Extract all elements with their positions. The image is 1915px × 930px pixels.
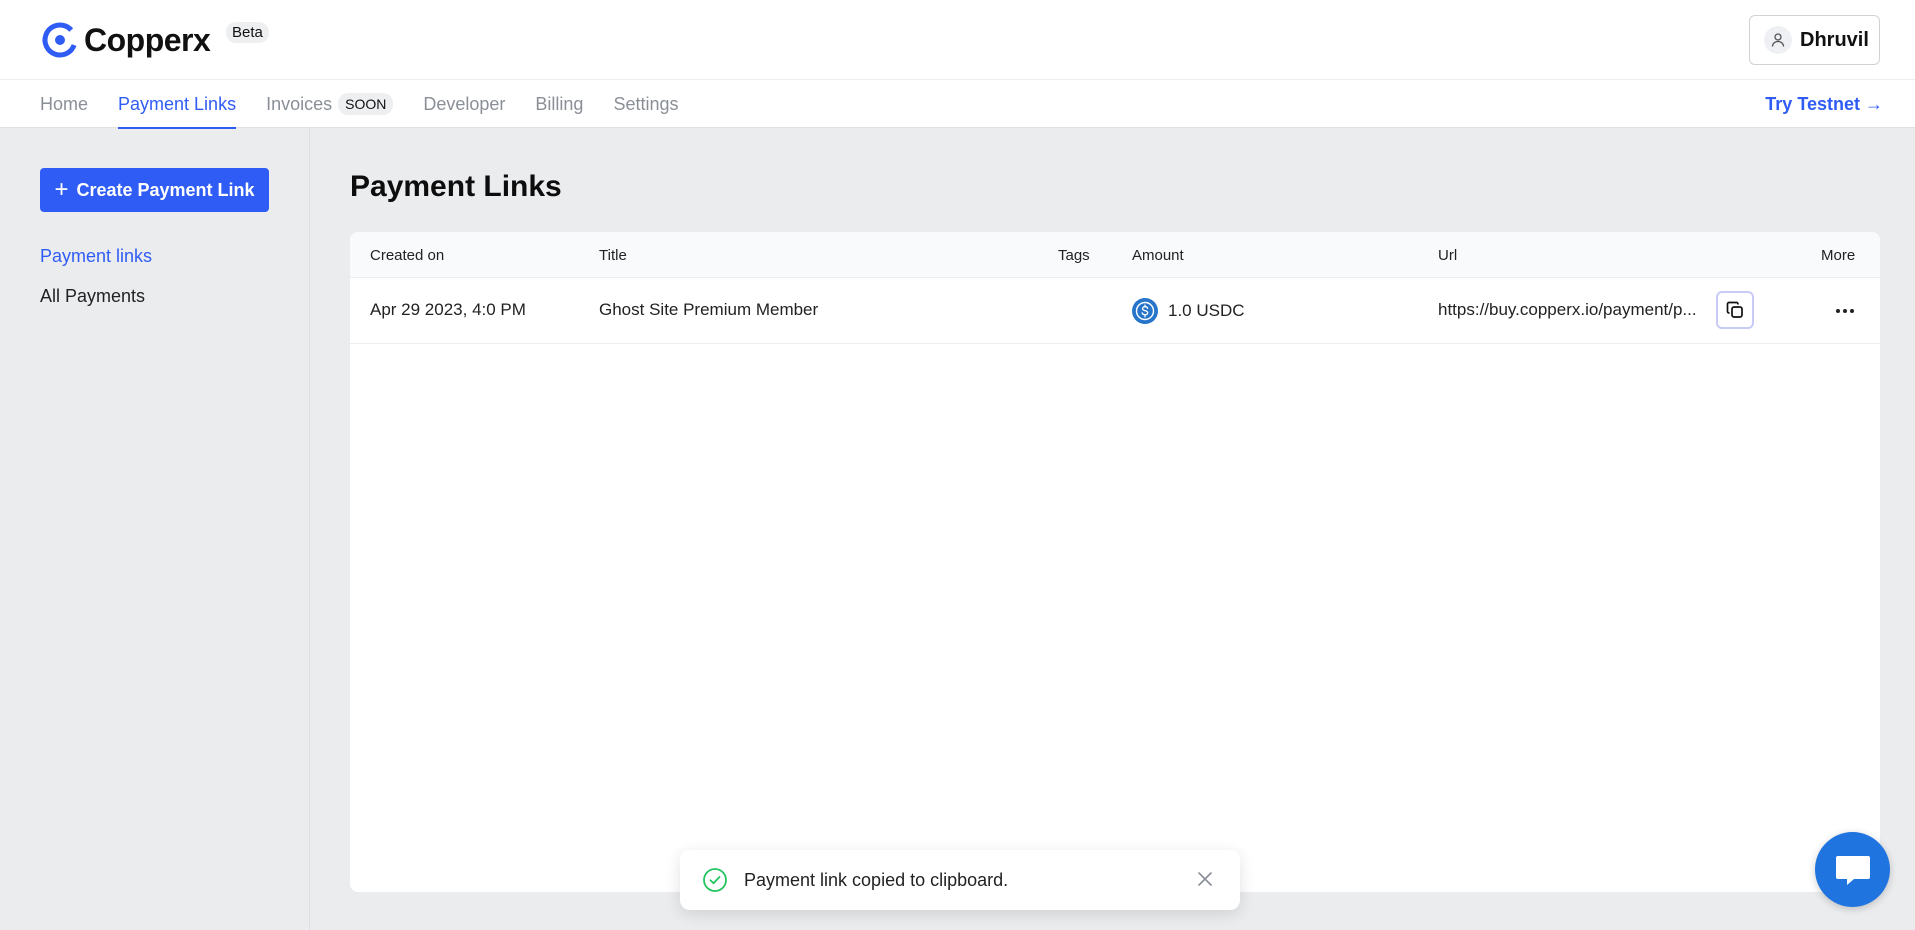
nav-billing[interactable]: Billing <box>535 80 583 128</box>
app-header: Copperx Beta Dhruvil Home Payment Links … <box>0 0 1915 129</box>
page-title: Payment Links <box>350 170 562 203</box>
brand-logo[interactable]: Copperx Beta <box>40 20 269 60</box>
try-testnet-link[interactable]: Try Testnet → <box>1765 94 1883 115</box>
row-amount: 1.0 USDC <box>1132 298 1245 324</box>
table-row[interactable]: Apr 29 2023, 4:0 PM Ghost Site Premium M… <box>350 278 1880 344</box>
toast-notification: Payment link copied to clipboard. <box>680 850 1240 910</box>
check-circle-icon <box>703 868 727 892</box>
column-more: More <box>1821 247 1856 264</box>
copperx-logo-icon <box>42 22 78 58</box>
create-payment-link-button[interactable]: + Create Payment Link <box>40 168 269 212</box>
usdc-icon <box>1132 298 1158 324</box>
plus-icon: + <box>54 176 69 203</box>
nav-developer[interactable]: Developer <box>423 80 505 128</box>
row-url[interactable]: https://buy.copperx.io/payment/p... <box>1438 300 1697 320</box>
column-created-on: Created on <box>370 247 445 264</box>
column-amount: Amount <box>1132 247 1184 264</box>
close-icon <box>1198 872 1212 886</box>
sidebar: + Create Payment Link Payment links All … <box>0 128 310 930</box>
nav-home[interactable]: Home <box>40 80 88 128</box>
soon-badge: SOON <box>338 93 394 115</box>
nav-payment-links[interactable]: Payment Links <box>118 80 237 129</box>
chat-button[interactable] <box>1815 832 1890 907</box>
payment-links-table: Created on Title Tags Amount Url More Ap… <box>350 232 1880 892</box>
nav-settings[interactable]: Settings <box>613 80 678 128</box>
nav-invoices[interactable]: Invoices SOON <box>266 80 394 128</box>
ellipsis-icon <box>1836 309 1854 313</box>
more-options-button[interactable] <box>1830 296 1860 326</box>
copy-url-button[interactable] <box>1716 291 1754 329</box>
row-title: Ghost Site Premium Member <box>599 300 819 319</box>
row-amount-value: 1.0 USDC <box>1168 301 1245 320</box>
main-nav: Home Payment Links Invoices SOON Develop… <box>40 80 708 129</box>
user-name: Dhruvil <box>1800 28 1869 51</box>
user-menu-button[interactable]: Dhruvil <box>1749 15 1880 65</box>
chat-bubble-icon <box>1835 855 1870 885</box>
beta-badge: Beta <box>226 22 269 43</box>
nav-invoices-label: Invoices <box>266 93 333 114</box>
row-created-on: Apr 29 2023, 4:0 PM <box>370 300 526 319</box>
sidebar-item-payment-links[interactable]: Payment links <box>40 246 152 267</box>
toast-close-button[interactable] <box>1192 866 1218 892</box>
toast-message: Payment link copied to clipboard. <box>744 869 1009 890</box>
column-tags: Tags <box>1058 247 1090 264</box>
table-header: Created on Title Tags Amount Url More <box>350 232 1880 278</box>
create-payment-link-label: Create Payment Link <box>76 179 255 200</box>
column-url: Url <box>1438 247 1458 264</box>
user-icon <box>1764 26 1792 54</box>
sidebar-item-all-payments[interactable]: All Payments <box>40 286 145 307</box>
copy-icon <box>1726 301 1743 318</box>
column-title: Title <box>599 247 627 264</box>
top-bar: Copperx Beta Dhruvil <box>0 0 1915 80</box>
brand-name: Copperx <box>84 21 211 58</box>
